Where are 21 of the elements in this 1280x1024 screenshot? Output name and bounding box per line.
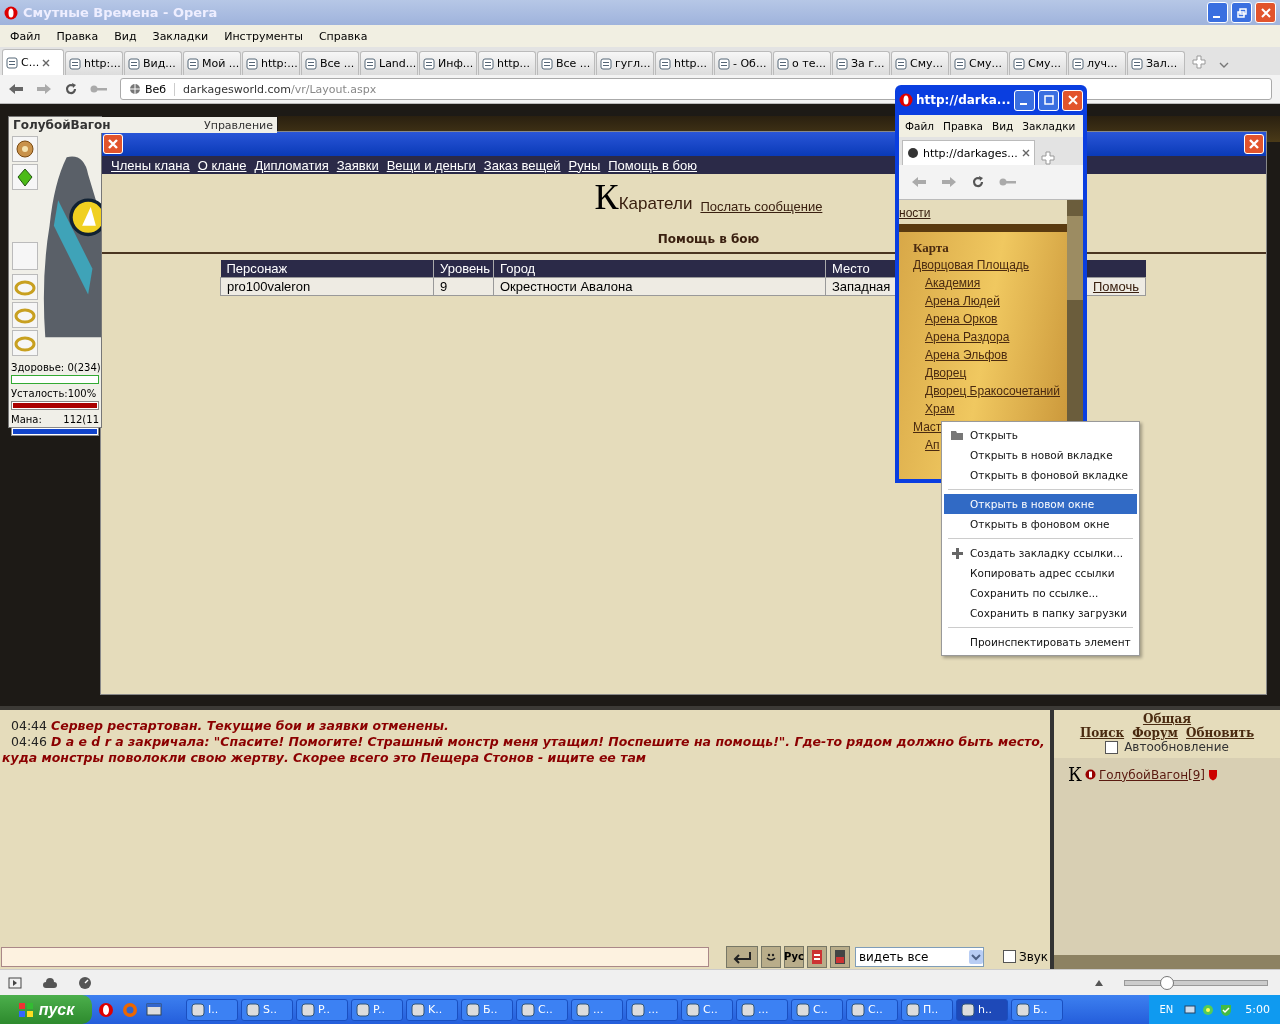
clan-name: Каратели <box>618 194 693 214</box>
map-title: Карта <box>913 240 950 256</box>
mana-value: 112(11 <box>63 413 99 426</box>
table-cell: 9 <box>433 277 494 296</box>
sound-label: Звук <box>1019 949 1049 964</box>
column-header: Персонаж <box>220 260 434 278</box>
window-title: Смутные Времена - Opera <box>23 5 219 20</box>
column-header: Уровень <box>433 260 494 278</box>
mana-label: Мана: <box>11 413 42 426</box>
clan-emblem: К <box>594 180 619 214</box>
character-name: ГолубойВагон <box>13 118 111 132</box>
fatigue-label: Усталость:100% <box>11 387 98 400</box>
table-cell: Окрестности Авалона <box>493 277 826 296</box>
chat-message: 04:46 D a e d r a закричала: "Спасите! Помогите! Страшный монстр меня утащил! Поспешите на помощь!". Где-то рядом должно быть место, куда монстры поволокли свою жертву. Скорее всего это Пещера Стонов - ищите ее там <box>2 734 1046 766</box>
health-label: Здоровье: 0(234) <box>11 361 99 374</box>
clan-emblem: К <box>1068 764 1082 785</box>
table-cell: pro100valeron <box>220 277 434 296</box>
clock: 5:00 <box>1245 1003 1270 1016</box>
column-header: Город <box>493 260 826 278</box>
chat-message: 04:44 Сервер рестартован. Текущие бои и заявки отменены. <box>10 718 450 734</box>
auto-update-label: Автообновление <box>1124 740 1229 754</box>
